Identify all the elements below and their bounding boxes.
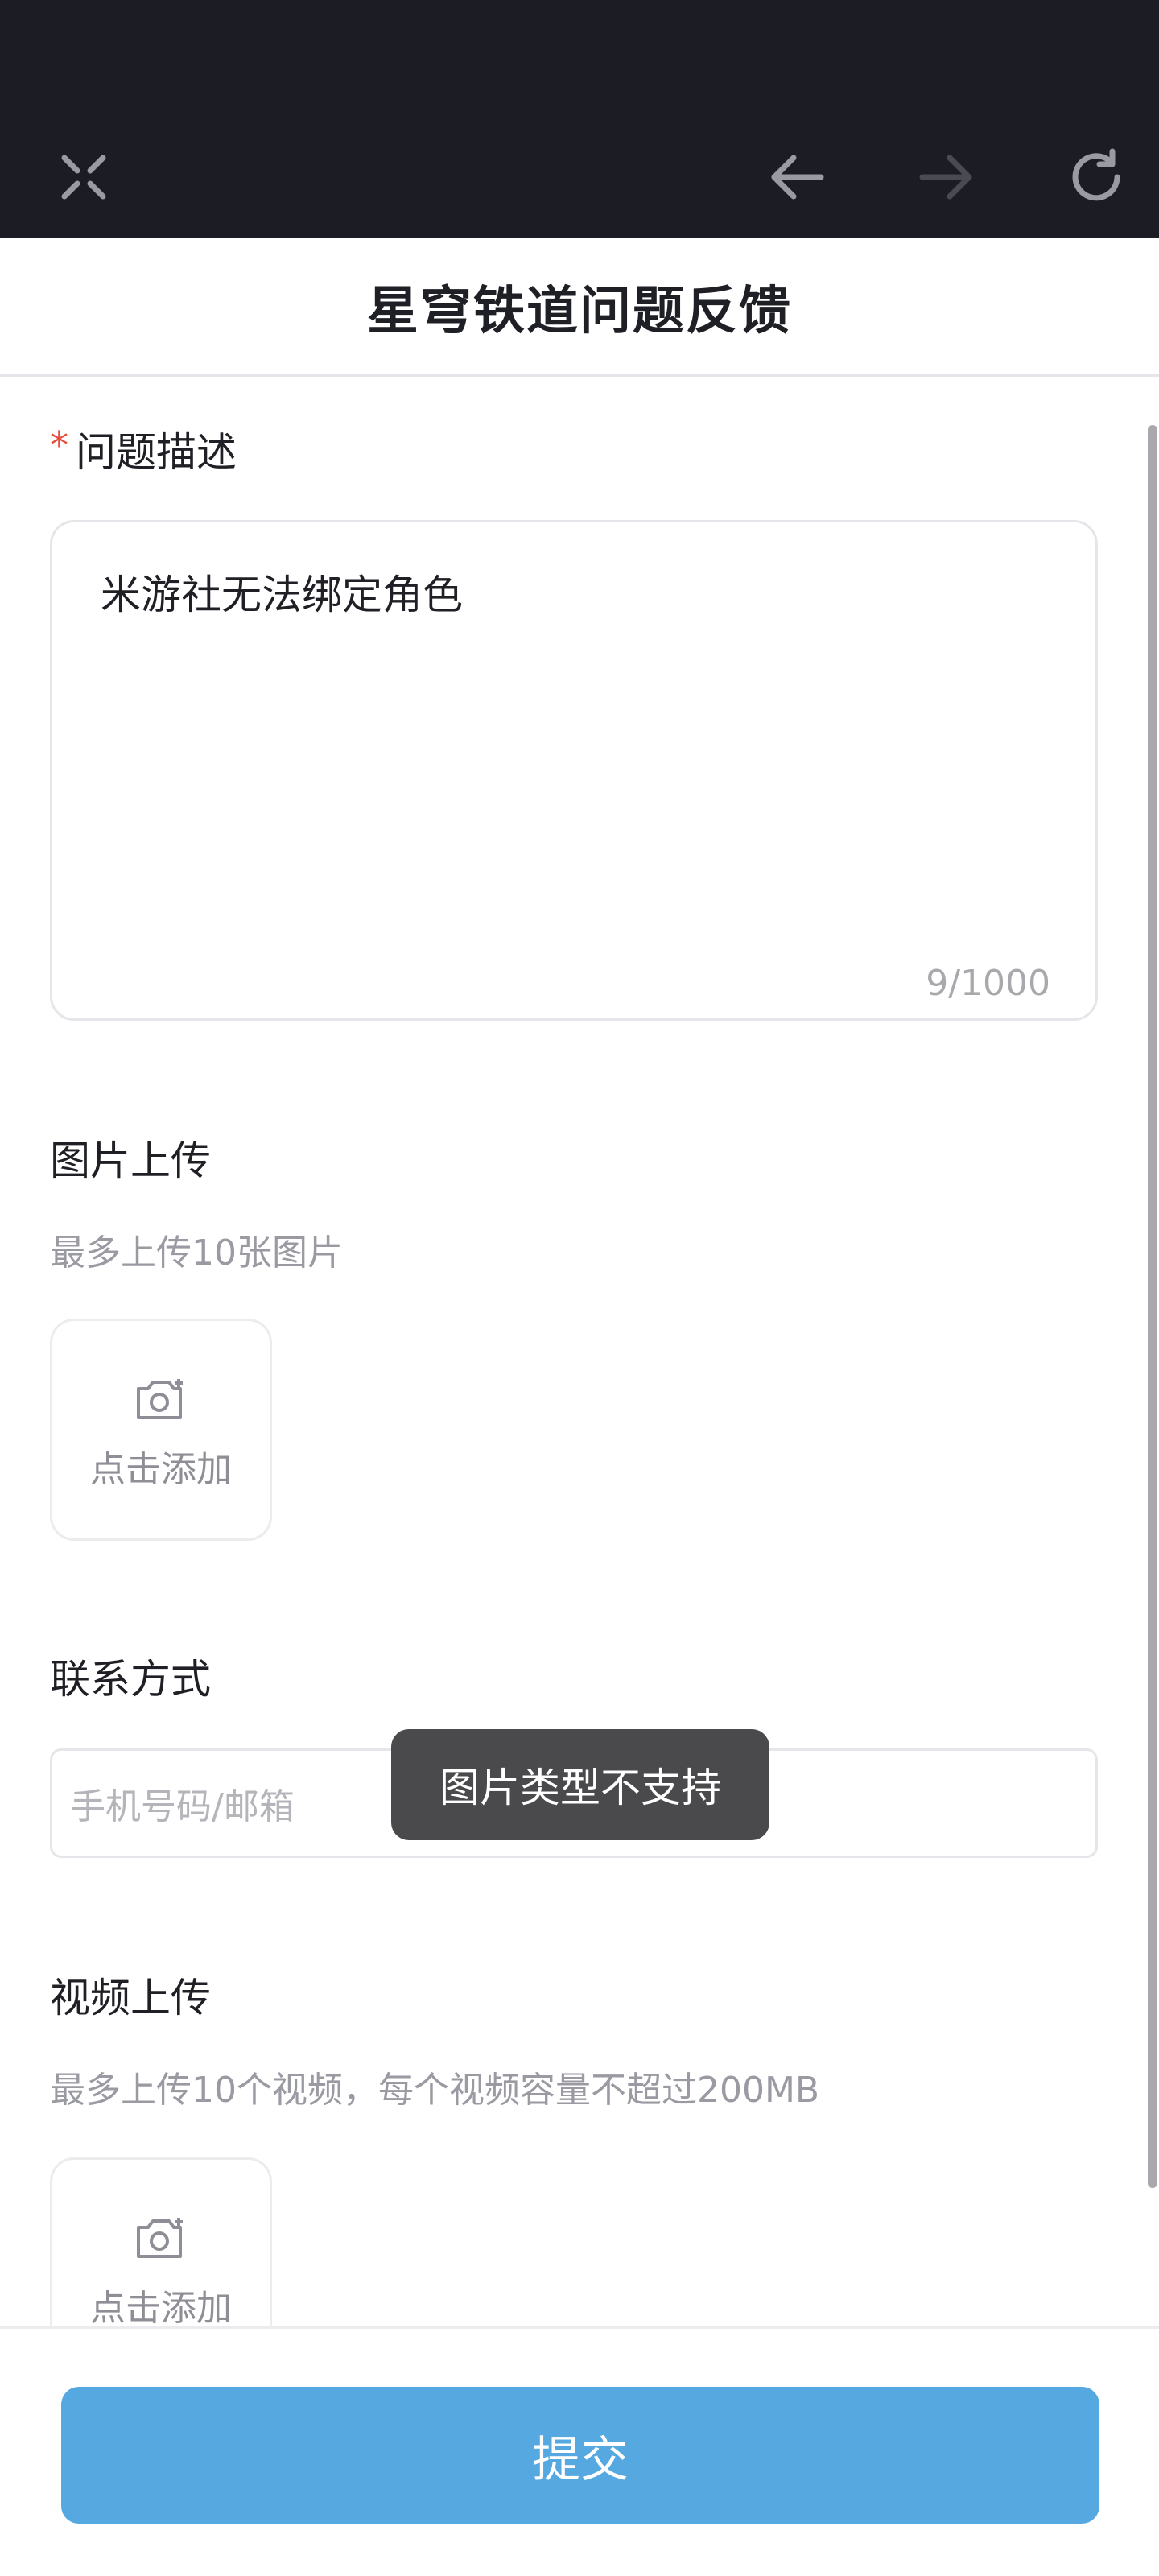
bottom-bar: 提交 (0, 2326, 1159, 2576)
toast-message: 图片类型不支持 (391, 1729, 769, 1840)
description-value: 米游社无法绑定角色 (101, 572, 463, 618)
required-mark: * (50, 423, 68, 467)
camera-icon (137, 2218, 183, 2258)
contact-label: 联系方式 (50, 1656, 211, 1703)
image-upload-label: 图片上传 (50, 1137, 211, 1184)
browser-toolbar (0, 0, 1159, 238)
submit-button[interactable]: 提交 (61, 2387, 1099, 2524)
description-label: 问题描述 (76, 429, 237, 476)
add-video-button[interactable]: 点击添加 (50, 2157, 272, 2326)
description-textarea[interactable]: 米游社无法绑定角色 9/1000 (50, 520, 1098, 1021)
image-upload-hint: 最多上传10张图片 (50, 1232, 343, 1274)
feedback-form: * 问题描述 米游社无法绑定角色 9/1000 图片上传 最多上传10张图片 点… (0, 378, 1159, 2326)
add-image-label: 点击添加 (90, 1449, 232, 1490)
reload-icon[interactable] (1048, 129, 1145, 225)
character-counter: 9/1000 (926, 963, 1050, 1004)
camera-icon (137, 1379, 183, 1419)
page-title: 星穹铁道问题反馈 (367, 281, 792, 341)
scrollbar[interactable] (1148, 425, 1157, 2188)
close-icon[interactable] (35, 129, 132, 225)
title-bar: 星穹铁道问题反馈 (0, 238, 1159, 377)
video-upload-hint: 最多上传10个视频，每个视频容量不超过200MB (50, 2070, 820, 2111)
arrow-right-icon[interactable] (898, 129, 995, 225)
add-video-label: 点击添加 (90, 2288, 232, 2326)
video-upload-label: 视频上传 (50, 1975, 211, 2021)
add-image-button[interactable]: 点击添加 (50, 1319, 272, 1541)
arrow-left-icon[interactable] (749, 129, 845, 225)
